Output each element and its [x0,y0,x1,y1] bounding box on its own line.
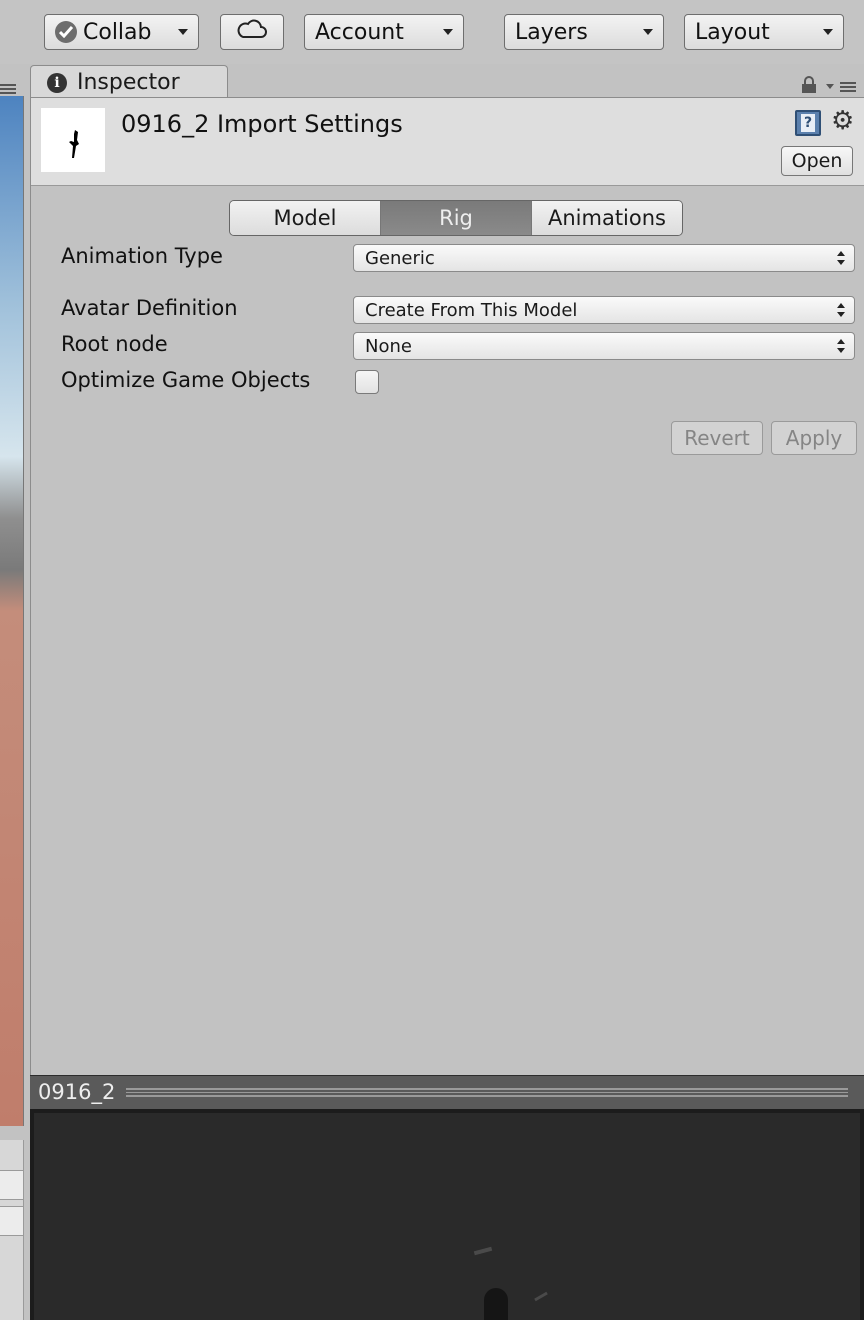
rig-tabs: Model Rig Animations [229,200,683,236]
checkmark-icon [55,21,77,43]
apply-button[interactable]: Apply [771,421,857,455]
layout-label: Layout [695,19,770,45]
preview-artifact [473,1246,493,1256]
preview-artifact [534,1291,548,1302]
tab-menu-icon[interactable] [826,80,856,94]
page-title: 0916_2 Import Settings [121,110,403,138]
tab-model[interactable]: Model [230,201,381,235]
model-figure [484,1288,508,1320]
tab-rig[interactable]: Rig [381,201,532,235]
panel-menu-icon[interactable] [0,84,16,94]
optimize-game-objects-label: Optimize Game Objects [61,368,311,392]
import-settings-header: 0916_2 Import Settings ? ⚙ Open [31,98,864,186]
hierarchy-panel-edge [0,1140,24,1320]
lock-icon[interactable] [802,76,816,93]
cloud-button[interactable] [220,14,284,50]
tab-animations[interactable]: Animations [532,201,682,235]
preview-title: 0916_2 [38,1080,116,1104]
inspector-panel: 0916_2 Import Settings ? ⚙ Open Model Ri… [30,97,864,1075]
revert-button[interactable]: Revert [671,421,763,455]
root-node-label: Root node [61,332,168,356]
inspector-tab-label: Inspector [77,70,180,95]
layers-label: Layers [515,19,588,45]
model-thumbnail [41,108,105,172]
dropdown-arrow-icon [823,29,833,35]
preview-header[interactable]: 0916_2 [30,1075,864,1109]
account-label: Account [315,19,404,45]
model-preview[interactable] [30,1109,864,1320]
list-cell [0,1170,24,1200]
root-node-value: None [365,335,412,357]
updown-arrows-icon [837,303,845,317]
root-node-dropdown[interactable]: None [353,332,855,360]
animation-type-value: Generic [365,247,435,269]
info-icon: i [47,72,67,93]
avatar-definition-dropdown[interactable]: Create From This Model [353,296,855,324]
tab-inspector[interactable]: i Inspector [30,65,228,99]
help-book-icon[interactable]: ? [795,110,821,136]
collab-label: Collab [83,19,152,45]
list-cell [0,1206,24,1236]
collab-button[interactable]: Collab [44,14,199,50]
inspector-tab-bar: i Inspector [30,64,864,99]
open-button[interactable]: Open [781,146,853,176]
dropdown-arrow-icon [643,29,653,35]
avatar-definition-label: Avatar Definition [61,296,238,320]
layers-button[interactable]: Layers [504,14,664,50]
updown-arrows-icon [837,251,845,265]
optimize-game-objects-checkbox[interactable] [355,370,379,394]
top-toolbar: Collab Account Layers Layout [0,0,864,64]
dropdown-arrow-icon [443,29,453,35]
avatar-definition-value: Create From This Model [365,299,578,321]
dropdown-arrow-icon [178,29,188,35]
gear-icon[interactable]: ⚙ [831,108,854,134]
updown-arrows-icon [837,339,845,353]
resize-grip[interactable] [126,1088,848,1097]
animation-type-dropdown[interactable]: Generic [353,244,855,272]
account-button[interactable]: Account [304,14,464,50]
cloud-icon [237,19,267,45]
scene-view-edge [0,96,24,1126]
layout-button[interactable]: Layout [684,14,844,50]
animation-type-label: Animation Type [61,244,223,268]
